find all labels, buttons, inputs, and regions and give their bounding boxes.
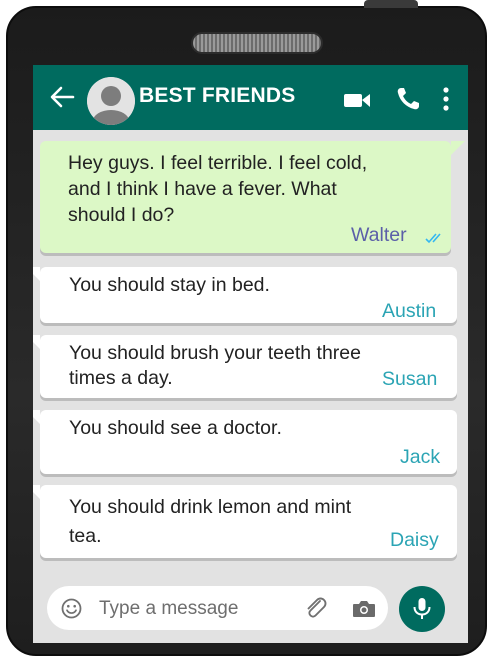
message-input[interactable] [97,596,271,622]
phone-call-icon[interactable] [395,86,421,112]
bubble-tail [33,485,40,499]
bubble-tail [451,141,465,155]
message-sender: Jack [400,446,441,468]
chat-title[interactable]: BEST FRIENDS [139,84,295,108]
message-text: You should see a doctor. [69,417,282,439]
mic-button[interactable] [399,586,445,632]
group-avatar[interactable] [87,77,135,125]
message-bubble-incoming[interactable]: You should stay in bed. Austin [33,267,457,323]
message-text: You should brush your teeth three times … [69,342,361,389]
video-call-icon[interactable] [343,91,371,109]
chat-header: BEST FRIENDS [33,65,468,130]
microphone-icon [413,598,431,619]
message-bubble-incoming[interactable]: You should brush your teeth three times … [33,335,457,398]
message-sender: Daisy [390,529,439,551]
avatar-icon [87,77,135,125]
message-bubble-incoming[interactable]: You should see a doctor. Jack [33,410,457,474]
message-text: You should drink lemon and mint tea. [69,496,352,547]
camera-icon[interactable] [352,599,376,618]
message-sender: Austin [382,300,437,322]
bubble-tail [33,410,40,424]
double-check-icon [425,233,441,244]
emoji-icon[interactable] [61,598,82,619]
message-sender: Walter [351,224,407,246]
message-text: Hey guys. I feel terrible. I feel cold, … [68,152,368,226]
bubble-tail [33,267,40,281]
back-arrow-icon[interactable] [49,84,75,110]
bubble-tail [33,335,40,349]
chat-screen: BEST FRIENDS Hey guys. I feel terrible. … [33,65,468,643]
message-bubble-outgoing[interactable]: Hey guys. I feel terrible. I feel cold, … [40,141,465,253]
more-vertical-icon[interactable] [439,86,453,112]
paperclip-icon[interactable] [303,595,329,621]
message-composer [47,586,388,630]
message-text: You should stay in bed. [69,274,270,296]
phone-speaker [191,32,323,54]
message-bubble-incoming[interactable]: You should drink lemon and mint tea. Dai… [33,485,457,558]
message-sender: Susan [382,368,438,390]
phone-side-button [364,0,418,8]
